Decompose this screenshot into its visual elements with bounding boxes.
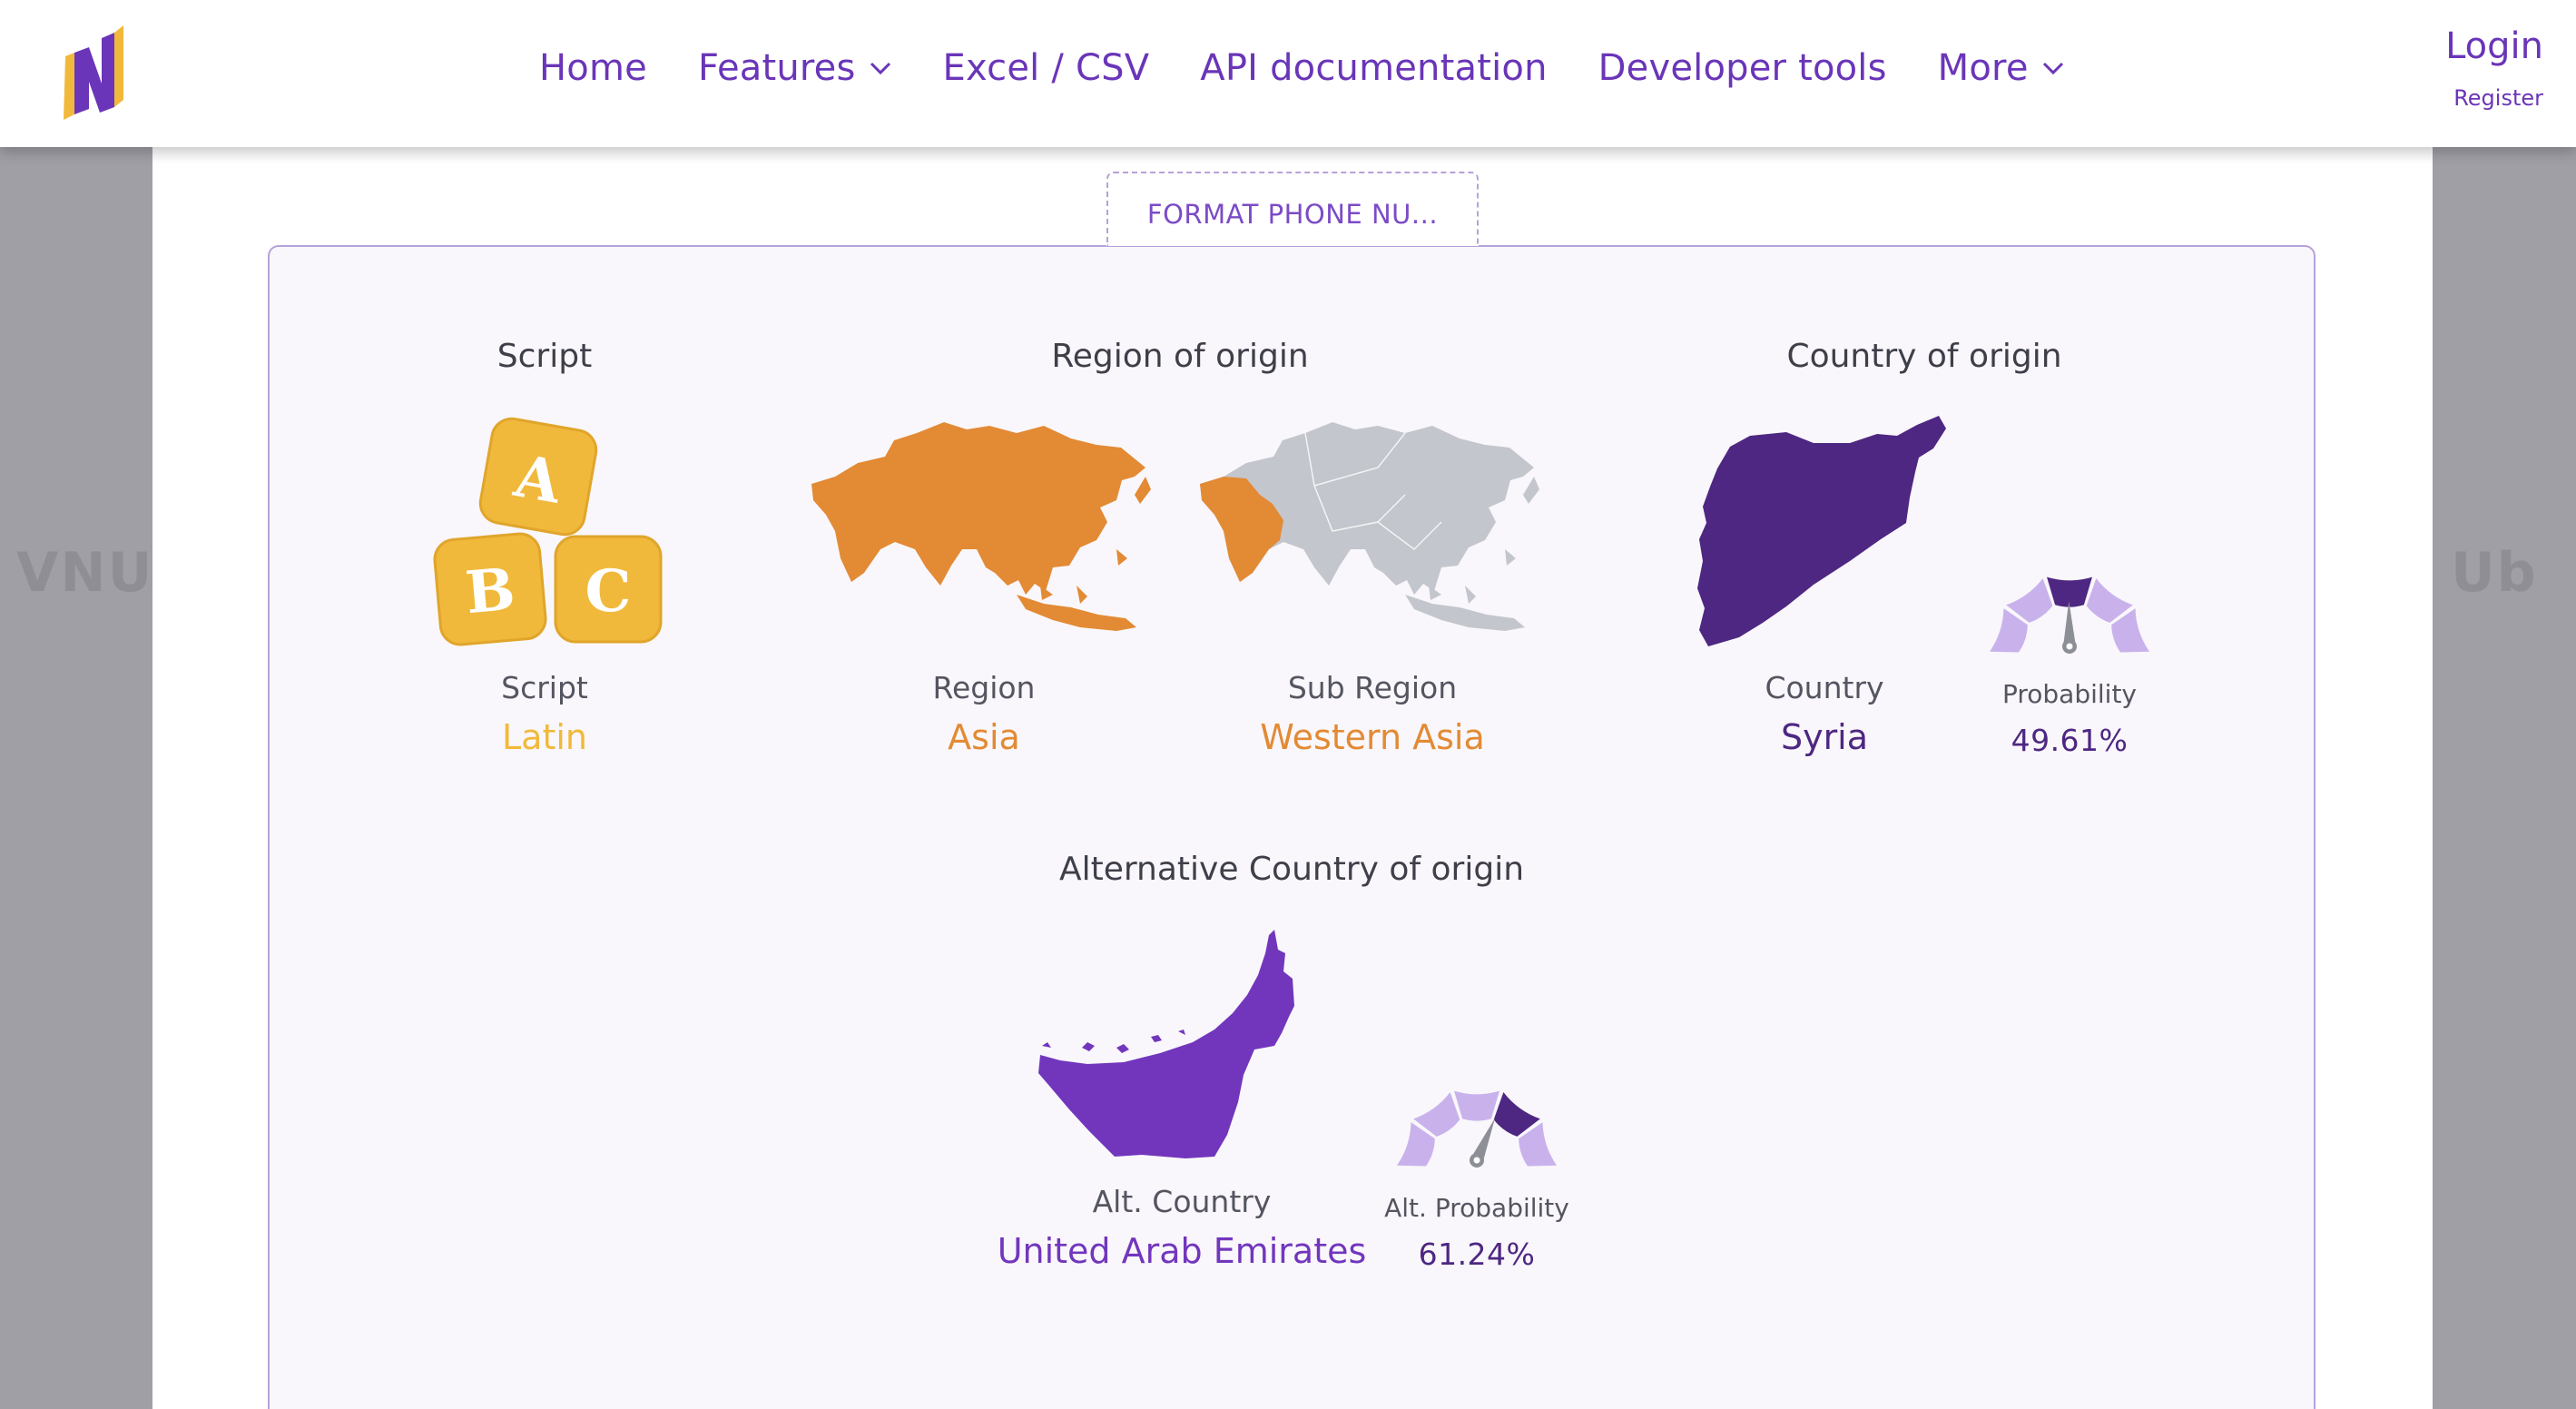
nav-more[interactable]: More [1938,47,2065,89]
nav-home[interactable]: Home [539,47,647,89]
abc-blocks-icon: A B C [433,417,663,646]
nav-features-label: Features [697,47,856,89]
script-sub-label: Script [501,670,588,705]
alt-country-label: Alt. Country [1092,1184,1272,1219]
background-logo-watermark-right: Ub [2451,541,2538,605]
tab-format-phone-number[interactable]: FORMAT PHONE NU... [1106,172,1479,246]
probability-value: 49.61% [2011,723,2129,758]
alt-probability-label: Alt. Probability [1384,1193,1569,1223]
gauge-needle-hub-center [2066,643,2073,650]
nav-excel-csv-label: Excel / CSV [942,47,1150,89]
subregion-label: Sub Region [1287,670,1458,705]
nav-more-label: More [1937,47,2029,89]
probability-gauge [1990,576,2149,654]
nav-excel-csv[interactable]: Excel / CSV [943,47,1150,89]
nav-developer-tools[interactable]: Developer tools [1598,47,1887,89]
alt-country-heading: Alternative Country of origin [1058,851,1525,888]
brand-logo-icon[interactable] [58,20,129,122]
gauge-segment [2047,576,2092,607]
top-navigation-bar: Home Features Excel / CSV API documentat… [0,0,2576,147]
nav-api-documentation[interactable]: API documentation [1200,47,1547,89]
country-value: Syria [1780,717,1869,757]
nav-features[interactable]: Features [698,47,892,89]
western-asia-subregion-map-icon [1200,422,1539,631]
nav-developer-tools-label: Developer tools [1598,47,1887,89]
region-value: Asia [948,717,1020,757]
asia-region-map-icon [811,422,1151,631]
probability-label: Probability [2001,679,2137,709]
script-heading: Script [497,338,593,375]
region-heading: Region of origin [1051,338,1309,375]
main-nav: Home Features Excel / CSV API documentat… [539,47,2116,89]
script-block-c: C [585,557,632,626]
country-heading: Country of origin [1786,338,2062,375]
alt-probability-value: 61.24% [1418,1237,1536,1272]
subregion-value: Western Asia [1260,717,1485,757]
country-label: Country [1765,670,1884,705]
nav-home-label: Home [539,47,647,89]
region-label: Region [932,670,1036,705]
nav-api-documentation-label: API documentation [1200,47,1548,89]
login-link[interactable]: Login [2445,25,2543,67]
alt-probability-gauge [1397,1090,1557,1168]
script-value: Latin [502,717,587,757]
syria-country-map-icon [1697,416,1946,646]
auth-links: Login Register [2445,25,2543,111]
chevron-down-icon [2042,62,2063,75]
gauge-segment [1454,1090,1499,1121]
chevron-down-icon [870,62,890,75]
gauge-needle-hub-center [1473,1157,1480,1164]
uae-country-map-icon [1038,930,1294,1158]
background-logo-watermark-left: VNU [16,541,154,605]
script-block-b: B [463,556,517,627]
register-link[interactable]: Register [2445,85,2543,111]
alt-country-value: United Arab Emirates [997,1231,1367,1271]
